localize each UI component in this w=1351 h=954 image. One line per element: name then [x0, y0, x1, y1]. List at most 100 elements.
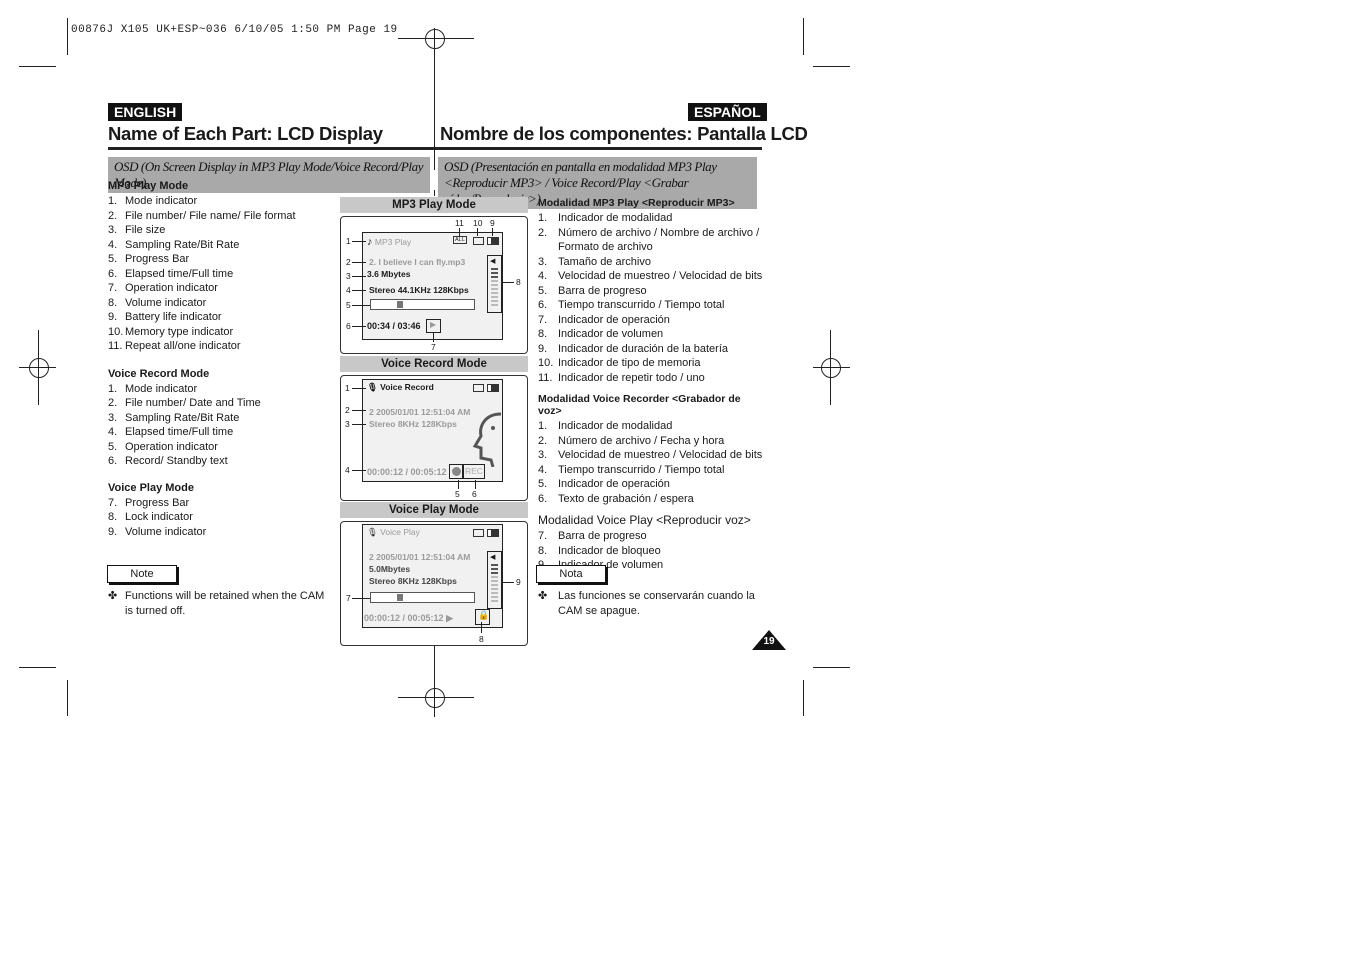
item-number: 8. — [538, 544, 548, 557]
note-label-espanol: Nota — [536, 565, 606, 583]
item-text: File number/ File name/ File format — [125, 209, 296, 222]
volume-step — [491, 592, 498, 594]
list-item: 10. Memory type indicator — [108, 325, 333, 340]
section-voice-play-es: Modalidad Voice Play <Reproducir voz> 7.… — [538, 513, 763, 573]
progress-knob — [397, 301, 404, 308]
item-number: 2. — [538, 226, 548, 239]
volume-step — [491, 284, 498, 286]
list-item: 1. Indicador de modalidad — [538, 211, 763, 226]
callout: 9 — [490, 218, 495, 228]
volume-step — [491, 296, 498, 298]
item-number: 4. — [538, 463, 548, 476]
list-item: 11. Repeat all/one indicator — [108, 339, 333, 354]
item-number: 10. — [538, 357, 554, 369]
volume-step — [491, 584, 498, 586]
item-text: Volume indicator — [125, 296, 207, 309]
list-item: 9. Battery life indicator — [108, 310, 333, 325]
volume-indicator: ◀ — [487, 551, 502, 609]
progress-knob — [397, 594, 404, 601]
diagram-header-voice-record: Voice Record Mode — [340, 356, 528, 372]
item-number: 3. — [538, 449, 548, 461]
item-number: 6. — [108, 267, 118, 280]
file-name: 2. I believe I can fly.mp3 — [369, 257, 466, 267]
item-list: 1. Indicador de modalidad 2. Número de arch… — [538, 211, 763, 385]
item-number: 6. — [538, 299, 548, 311]
espanol-sections: Modalidad MP3 Play <Reproducir MP3> 1. In… — [538, 197, 763, 573]
list-item: 1. Mode indicator — [108, 382, 333, 397]
item-text: Sampling Rate/Bit Rate — [125, 411, 240, 424]
item-number: 2. — [108, 397, 118, 409]
item-text: Tamaño de archivo — [558, 255, 651, 268]
diagram-header-voice-play: Voice Play Mode — [340, 502, 528, 518]
memory-type-icon — [473, 237, 484, 245]
item-text: Indicador de operación — [558, 478, 670, 490]
list-item: 7. Operation indicator — [108, 281, 333, 296]
item-text: Barra de progreso — [558, 284, 647, 297]
volume-step — [491, 276, 498, 278]
item-number: 3. — [108, 411, 118, 424]
callout: 9 — [516, 577, 521, 587]
record-standby-text: REC — [462, 464, 485, 479]
sampling-rate: Stereo 44.1KHz 128Kbps — [369, 285, 469, 295]
page-number: 19 — [763, 636, 775, 647]
item-number: 6. — [538, 492, 548, 505]
callout: 8 — [479, 634, 484, 644]
callout: 5 — [455, 489, 460, 499]
item-text: Lock indicator — [125, 511, 193, 523]
item-text: File size — [125, 224, 166, 236]
note-text: Functions will be retained when the CAM … — [125, 590, 325, 617]
callout: 2 — [346, 257, 351, 267]
callout: 6 — [346, 321, 351, 331]
item-text: File number/ Date and Time — [125, 397, 261, 409]
note-espanol: ✤ Las funciones se conservarán cuando la… — [538, 589, 758, 619]
item-text: Tiempo transcurrido / Tiempo total — [558, 463, 725, 476]
callout: 11 — [455, 218, 464, 228]
section-heading: Voice Record Mode — [108, 367, 210, 380]
list-item: 6. Elapsed time/Full time — [108, 267, 333, 282]
item-number: 1. — [108, 382, 118, 395]
list-item: 3. Sampling Rate/Bit Rate — [108, 411, 333, 426]
item-list: 1. Mode indicator 2. File number/ Date and … — [108, 382, 333, 469]
item-number: 8. — [108, 296, 118, 309]
item-text: Progress Bar — [125, 496, 190, 509]
list-item: 6. Tiempo transcurrido / Tiempo total — [538, 298, 763, 313]
mode-indicator: 🎙 Voice Play — [367, 527, 420, 537]
item-number: 5. — [538, 284, 548, 297]
item-text: Indicador de bloqueo — [558, 544, 661, 557]
lcd-screen-mp3: ♪ MP3 Play ALL 2. I believe I can fly.mp… — [362, 232, 503, 340]
page-title-english: Name of Each Part: LCD Display — [108, 123, 383, 144]
volume-step — [491, 588, 498, 590]
language-tag-espanol: ESPAÑOL — [688, 103, 767, 121]
item-list: 7. Progress Bar 8. Lock indicator 9. Volume i… — [108, 496, 333, 540]
list-item: 5. Operation indicator — [108, 440, 333, 455]
list-item: 8. Lock indicator — [108, 510, 333, 525]
volume-step — [491, 576, 498, 578]
item-number: 9. — [108, 525, 118, 538]
list-item: 7. Indicador de operación — [538, 313, 763, 328]
item-number: 8. — [108, 511, 118, 523]
item-text: Indicador de modalidad — [558, 212, 673, 224]
file-size: 5.0Mbytes — [369, 564, 411, 574]
item-text: Velocidad de muestreo / Velocidad de bit… — [558, 270, 763, 282]
item-text: Elapsed time/Full time — [125, 426, 234, 438]
section-heading: Modalidad Voice Play <Reproducir voz> — [538, 513, 751, 527]
list-item: 9. Indicador de duración de la batería — [538, 342, 763, 357]
battery-icon — [487, 529, 499, 537]
note-label-english: Note — [107, 565, 177, 583]
item-number: 3. — [108, 224, 118, 236]
voice-face-icon — [472, 412, 502, 467]
list-item: 2. File number/ File name/ File format — [108, 209, 333, 224]
repeat-all-icon: ALL — [453, 236, 467, 244]
item-number: 4. — [108, 238, 118, 251]
callout: 4 — [345, 465, 350, 475]
callout: 7 — [431, 342, 436, 352]
item-text: Número de archivo / Fecha y hora — [558, 434, 725, 447]
section-heading: Modalidad MP3 Play <Reproducir MP3> — [538, 197, 735, 209]
section-heading: Voice Play Mode — [108, 481, 194, 494]
section-voice-play: Voice Play Mode 7. Progress Bar 8. Lock ind… — [108, 482, 333, 540]
volume-indicator: ◀ — [487, 255, 502, 313]
print-header: 00876J X105 UK+ESP~036 6/10/05 1:50 PM P… — [71, 24, 398, 36]
record-dot-icon — [452, 467, 461, 476]
section-voice-record: Voice Record Mode 1. Mode indicator 2. File… — [108, 368, 333, 469]
volume-step — [491, 292, 498, 294]
